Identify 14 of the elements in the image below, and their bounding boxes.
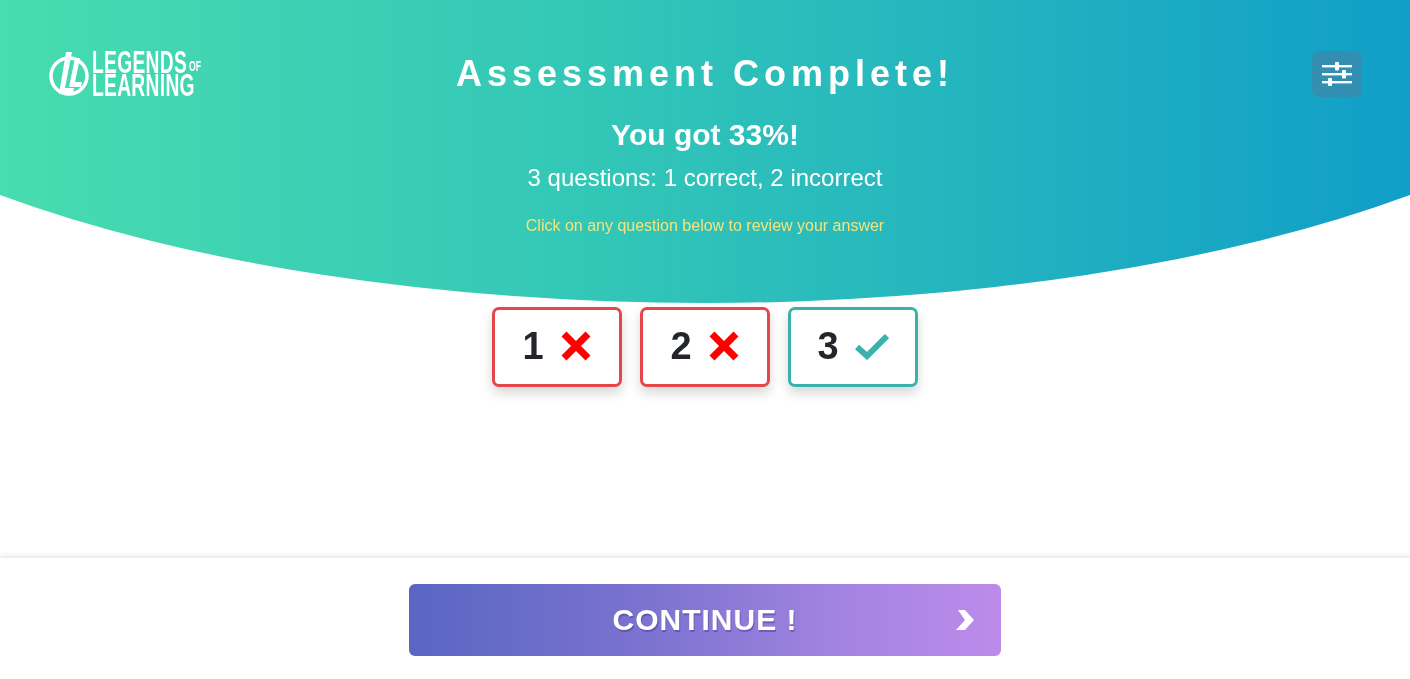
logo-word: LEARNING <box>92 74 195 97</box>
score-text: You got 33%! <box>611 117 799 153</box>
question-button[interactable]: 2 <box>640 307 770 387</box>
page-title: Assessment Complete! <box>455 53 955 95</box>
settings-button[interactable] <box>1312 51 1362 97</box>
settings-icon <box>1322 62 1352 86</box>
question-button[interactable]: 3 <box>788 307 918 387</box>
hint-text: Click on any question below to review your answer <box>525 216 885 235</box>
chevron-right-icon <box>954 608 976 632</box>
question-button[interactable]: 1 <box>492 307 622 387</box>
continue-button[interactable]: CONTINUE ! <box>409 584 1001 656</box>
summary-text: 3 questions: 1 correct, 2 incorrect <box>527 163 883 192</box>
logo-word: OF <box>188 59 201 72</box>
logo-word: LEGENDS <box>92 51 188 74</box>
